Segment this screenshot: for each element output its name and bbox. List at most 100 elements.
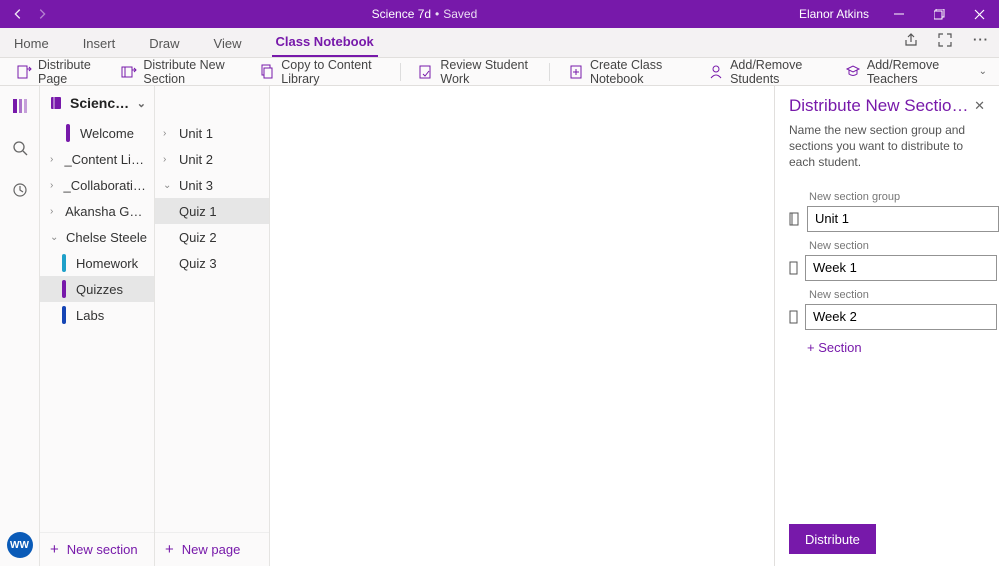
cmd-label: Review Student Work [440,58,531,86]
section-content-library[interactable]: › _Content Library [40,146,154,172]
unit-item[interactable]: ⌄ Unit 3 [155,172,269,198]
page-label: Quiz 2 [179,230,217,245]
notebook-name: Science 7d [70,95,131,111]
section-color-bar [62,306,66,324]
cmd-label: Add/Remove Students [730,58,825,86]
minimize-button[interactable] [879,0,919,28]
tab-insert[interactable]: Insert [79,30,120,57]
section-color-bar [66,124,70,142]
chevron-down-icon: ⌄ [137,97,146,110]
unit-item[interactable]: › Unit 1 [155,120,269,146]
tab-class-notebook[interactable]: Class Notebook [272,28,378,57]
section-label: Homework [76,256,138,271]
page-item[interactable]: Quiz 2 [155,224,269,250]
cmd-add-remove-students[interactable]: Add/Remove Students [702,55,831,89]
forward-button[interactable] [30,0,54,28]
distribute-button[interactable]: Distribute [789,524,876,554]
students-icon [708,64,724,80]
page-label: Quiz 3 [179,256,217,271]
section-student-chelse[interactable]: ⌄ Chelse Steele [40,224,154,250]
section-label: Quizzes [76,282,123,297]
search-icon[interactable] [6,134,34,162]
page-item[interactable]: Quiz 3 [155,250,269,276]
sections-column: Science 7d ⌄ Welcome › _Content Library … [40,86,155,566]
cmd-distribute-new-section[interactable]: Distribute New Section [115,55,245,89]
section-welcome[interactable]: Welcome [40,120,154,146]
section-label: _Collaboration S... [63,178,148,193]
new-section-label: New section [67,542,138,557]
unit-item[interactable]: › Unit 2 [155,146,269,172]
cmd-distribute-page[interactable]: Distribute Page [10,55,107,89]
chevron-right-icon: › [50,206,61,217]
cmd-label: Create Class Notebook [590,58,688,86]
section-label: _Content Library [64,152,148,167]
fullscreen-icon[interactable] [937,32,957,48]
close-button[interactable] [959,0,999,28]
copy-library-icon [259,64,275,80]
cmd-review-student-work[interactable]: Review Student Work [412,55,537,89]
back-button[interactable] [6,0,30,28]
save-status: Saved [443,7,477,21]
restore-button[interactable] [919,0,959,28]
new-section-button[interactable]: + New section [40,532,154,566]
section-icon [789,310,799,324]
section-color-bar [62,254,66,272]
cmd-dropdown[interactable]: ⌄ [977,63,989,80]
chevron-down-icon: ⌄ [979,66,987,77]
cmd-add-remove-teachers[interactable]: Add/Remove Teachers [839,55,969,89]
section-collaboration[interactable]: › _Collaboration S... [40,172,154,198]
navigation-icon[interactable] [6,92,34,120]
plus-icon: + [165,542,174,557]
subsection-labs[interactable]: Labs [40,302,154,328]
page-canvas[interactable] [270,86,774,566]
title-bar: Science 7d • Saved Elanor Atkins [0,0,999,28]
notebook-header[interactable]: Science 7d ⌄ [40,86,154,120]
new-page-button[interactable]: + New page [155,532,269,566]
panel-description: Name the new section group and sections … [789,122,985,171]
page-label: Quiz 1 [179,204,217,219]
subsection-homework[interactable]: Homework [40,250,154,276]
chevron-down-icon: ⌄ [163,180,175,191]
pages-column: › Unit 1 › Unit 2 ⌄ Unit 3 Quiz 1 Quiz 2… [155,86,270,566]
section-student-akansha[interactable]: › Akansha Gupta [40,198,154,224]
chevron-right-icon: › [163,128,175,139]
cmd-copy-content-library[interactable]: Copy to Content Library [253,55,387,89]
more-icon[interactable]: ··· [971,32,991,48]
section-group-icon [789,212,801,226]
user-avatar[interactable]: WW [7,532,33,558]
section-label: Labs [76,308,104,323]
panel-title: Distribute New Section G... [789,96,969,116]
section-label: Chelse Steele [66,230,147,245]
document-title: Science 7d [372,7,431,21]
unit-label: Unit 3 [179,178,213,193]
add-section-button[interactable]: + Section [807,340,985,355]
save-status-separator: • [435,7,439,21]
distribute-section-panel: Distribute New Section G... ✕ Name the n… [774,86,999,566]
tab-home[interactable]: Home [10,30,53,57]
tab-draw[interactable]: Draw [145,30,183,57]
page-item[interactable]: Quiz 1 [155,198,269,224]
notebook-icon [48,95,64,111]
section-label: Akansha Gupta [65,204,148,219]
distribute-section-icon [121,64,137,80]
tab-view[interactable]: View [210,30,246,57]
chevron-right-icon: › [50,154,60,165]
field-label-section1: New section [809,240,985,252]
chevron-right-icon: › [163,154,175,165]
recent-icon[interactable] [6,176,34,204]
ribbon-separator [400,63,401,81]
section-input-1[interactable] [805,255,997,281]
subsection-quizzes[interactable]: Quizzes [40,276,154,302]
section-input-2[interactable] [805,304,997,330]
panel-close-button[interactable]: ✕ [974,98,985,114]
teachers-icon [845,64,861,80]
user-name[interactable]: Elanor Atkins [789,7,879,21]
chevron-right-icon: › [50,180,59,191]
section-group-input[interactable] [807,206,999,232]
share-icon[interactable] [903,32,923,48]
section-icon [789,261,799,275]
cmd-create-class-notebook[interactable]: Create Class Notebook [562,55,694,89]
distribute-page-icon [16,64,32,80]
cmd-label: Distribute Page [38,58,101,86]
unit-label: Unit 1 [179,126,213,141]
